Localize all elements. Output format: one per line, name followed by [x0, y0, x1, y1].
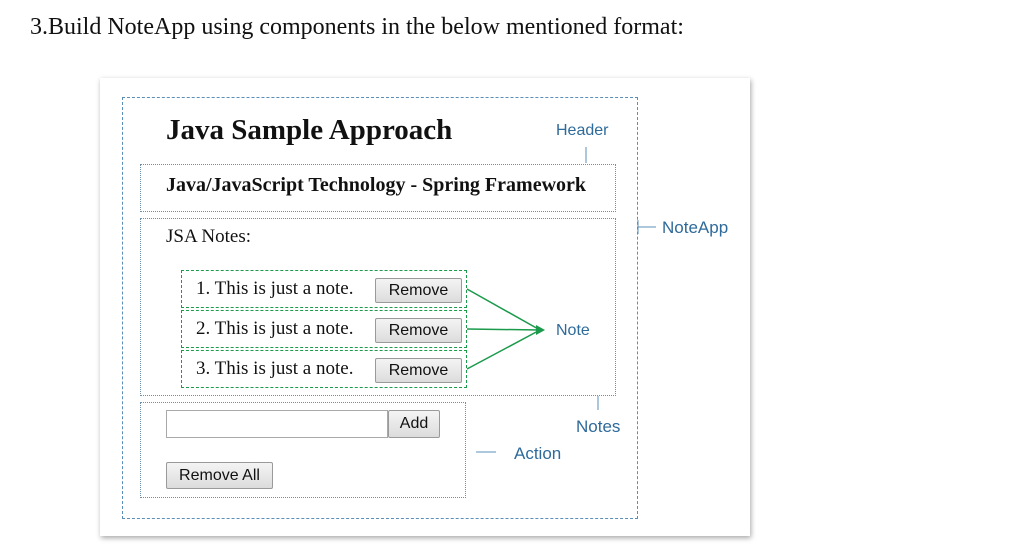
action-label: Action — [514, 444, 562, 463]
note-fan-line-3 — [466, 329, 541, 370]
note-fan-line-1 — [466, 288, 541, 331]
header-label: Header — [556, 122, 609, 139]
note-label: Note — [556, 322, 590, 339]
annotation-lines — [466, 147, 656, 453]
notes-label: Notes — [576, 417, 621, 436]
noteapp-label: NoteApp — [662, 218, 729, 237]
note-fan-line-2 — [466, 328, 541, 331]
note-arrowhead — [536, 325, 545, 335]
